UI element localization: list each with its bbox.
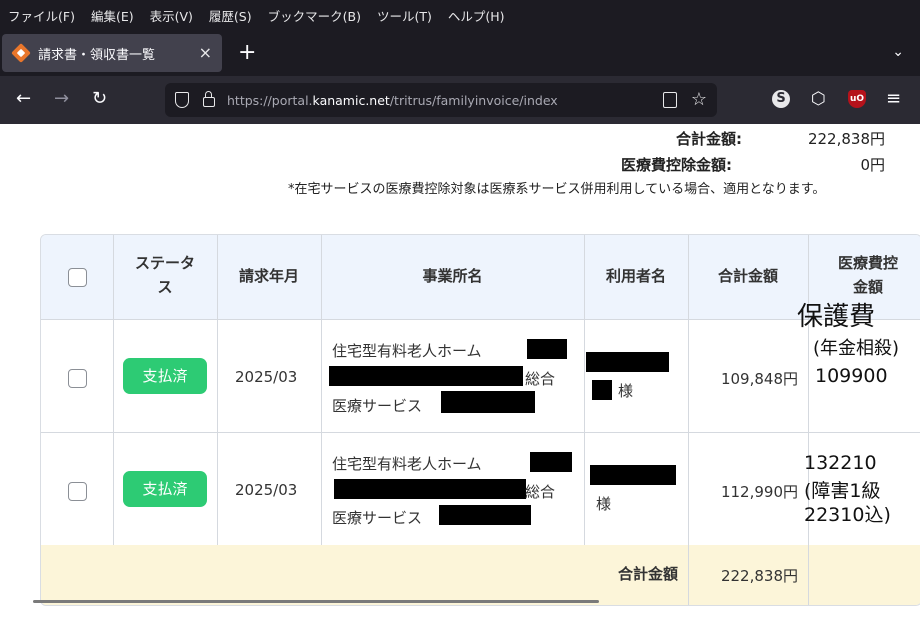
url-bar[interactable]: https://portal.kanamic.net/tritrus/famil… [165,83,717,117]
redaction-box [527,339,567,359]
user-name-suffix: 様 [596,495,612,513]
annotation-included: 22310込) [804,504,891,526]
redaction-box [592,380,612,400]
menu-tools[interactable]: ツール(T) [369,6,440,25]
office-name-line2: 総合 [525,370,556,388]
site-favicon-icon [11,43,31,63]
footer-total-label: 合計金額 [617,565,678,583]
extension-s-icon[interactable]: S [772,90,790,108]
tab-strip: 請求書・領収書一覧 × + ⌄ [0,30,920,76]
row-total: 109,848円 [720,370,798,388]
hamburger-menu-icon[interactable]: ≡ [886,90,904,108]
user-name-suffix: 様 [618,382,634,400]
header-status[interactable]: ステータス [113,251,217,299]
back-icon[interactable]: ← [16,88,31,110]
header-office[interactable]: 事業所名 [321,264,584,288]
url-text: https://portal.kanamic.net/tritrus/famil… [227,92,558,108]
invoice-table: ステータス 請求年月 事業所名 利用者名 合計金額 医療費控 金額 支払済 202… [40,234,920,606]
redaction-box [439,505,531,525]
office-name-line2: 総合 [525,483,556,501]
reload-icon[interactable]: ↻ [92,88,107,110]
grid-line [41,319,920,320]
billing-month: 2025/03 [235,481,298,499]
annotation-welfare: 保護費 [797,302,876,332]
menu-bookmarks[interactable]: ブックマーク(B) [260,6,369,25]
row-checkbox[interactable] [68,369,87,388]
navigation-toolbar: ← → ↻ https://portal.kanamic.net/tritrus… [0,76,920,124]
tab-invoice-list[interactable]: 請求書・領収書一覧 × [2,34,222,72]
redaction-box [586,352,669,372]
office-name-line1: 住宅型有料老人ホーム [332,342,482,360]
select-all-checkbox[interactable] [68,268,87,287]
menu-file[interactable]: ファイル(F) [0,6,83,25]
chevron-down-icon[interactable]: ⌄ [892,44,904,60]
menu-help[interactable]: ヘルプ(H) [440,6,513,25]
annotation-disability: (障害1級 [804,480,881,502]
header-total[interactable]: 合計金額 [688,264,808,288]
forward-icon[interactable]: → [54,88,69,110]
annotation-pension-offset: (年金相殺) [813,338,900,359]
header-billing-month[interactable]: 請求年月 [217,264,321,288]
summary-medical: 医療費控除金額: [621,154,732,175]
new-tab-button[interactable]: + [238,42,256,64]
tab-title: 請求書・領収書一覧 [38,47,156,63]
row-checkbox[interactable] [68,482,87,501]
lock-icon[interactable] [203,91,215,107]
redaction-box [329,366,523,386]
extensions-icon[interactable]: ⬡ [811,90,829,108]
shield-icon[interactable] [175,92,189,108]
menu-view[interactable]: 表示(V) [142,6,201,25]
page-content: 合計金額: 222,838円 医療費控除金額: 0円 *在宅サービスの医療費控除… [0,124,920,621]
header-medical-deduction[interactable]: 医療費控 金額 [808,251,920,299]
ublock-icon[interactable]: uO [848,90,866,108]
menu-bar: ファイル(F) 編集(E) 表示(V) 履歴(S) ブックマーク(B) ツール(… [0,0,920,30]
reader-view-icon[interactable] [663,92,677,108]
summary-total: 合計金額: [676,128,742,149]
grid-line [808,545,809,605]
office-name-line3: 医療サービス [332,509,423,527]
row-total: 112,990円 [720,483,798,501]
header-user[interactable]: 利用者名 [584,264,688,288]
office-name-line1: 住宅型有料老人ホーム [332,455,482,473]
annotation-amount-2: 132210 [804,452,877,474]
summary-medical-label: 医療費控除金額: [621,156,732,174]
billing-month: 2025/03 [235,368,298,386]
redaction-box [530,452,572,472]
annotation-amount-1: 109900 [815,365,888,387]
redaction-box [590,465,676,485]
tab-close-icon[interactable]: × [199,44,212,62]
menu-history[interactable]: 履歴(S) [201,6,260,25]
menu-edit[interactable]: 編集(E) [83,6,142,25]
office-name-line3: 医療サービス [332,397,423,415]
grid-line [41,432,920,433]
redaction-box [441,391,535,413]
redaction-box [334,479,526,499]
horizontal-scrollbar[interactable] [33,600,599,603]
status-badge: 支払済 [123,471,207,507]
medical-deduction-note: *在宅サービスの医療費控除対象は医療系サービス併用利用している場合、適用となりま… [288,182,826,197]
bookmark-star-icon[interactable]: ☆ [691,89,707,110]
summary-total-value: 222,838円 [807,130,885,148]
footer-total-value: 222,838円 [720,567,798,585]
summary-medical-value: 0円 [860,156,885,174]
summary-total-label: 合計金額: [676,130,742,148]
status-badge: 支払済 [123,358,207,394]
